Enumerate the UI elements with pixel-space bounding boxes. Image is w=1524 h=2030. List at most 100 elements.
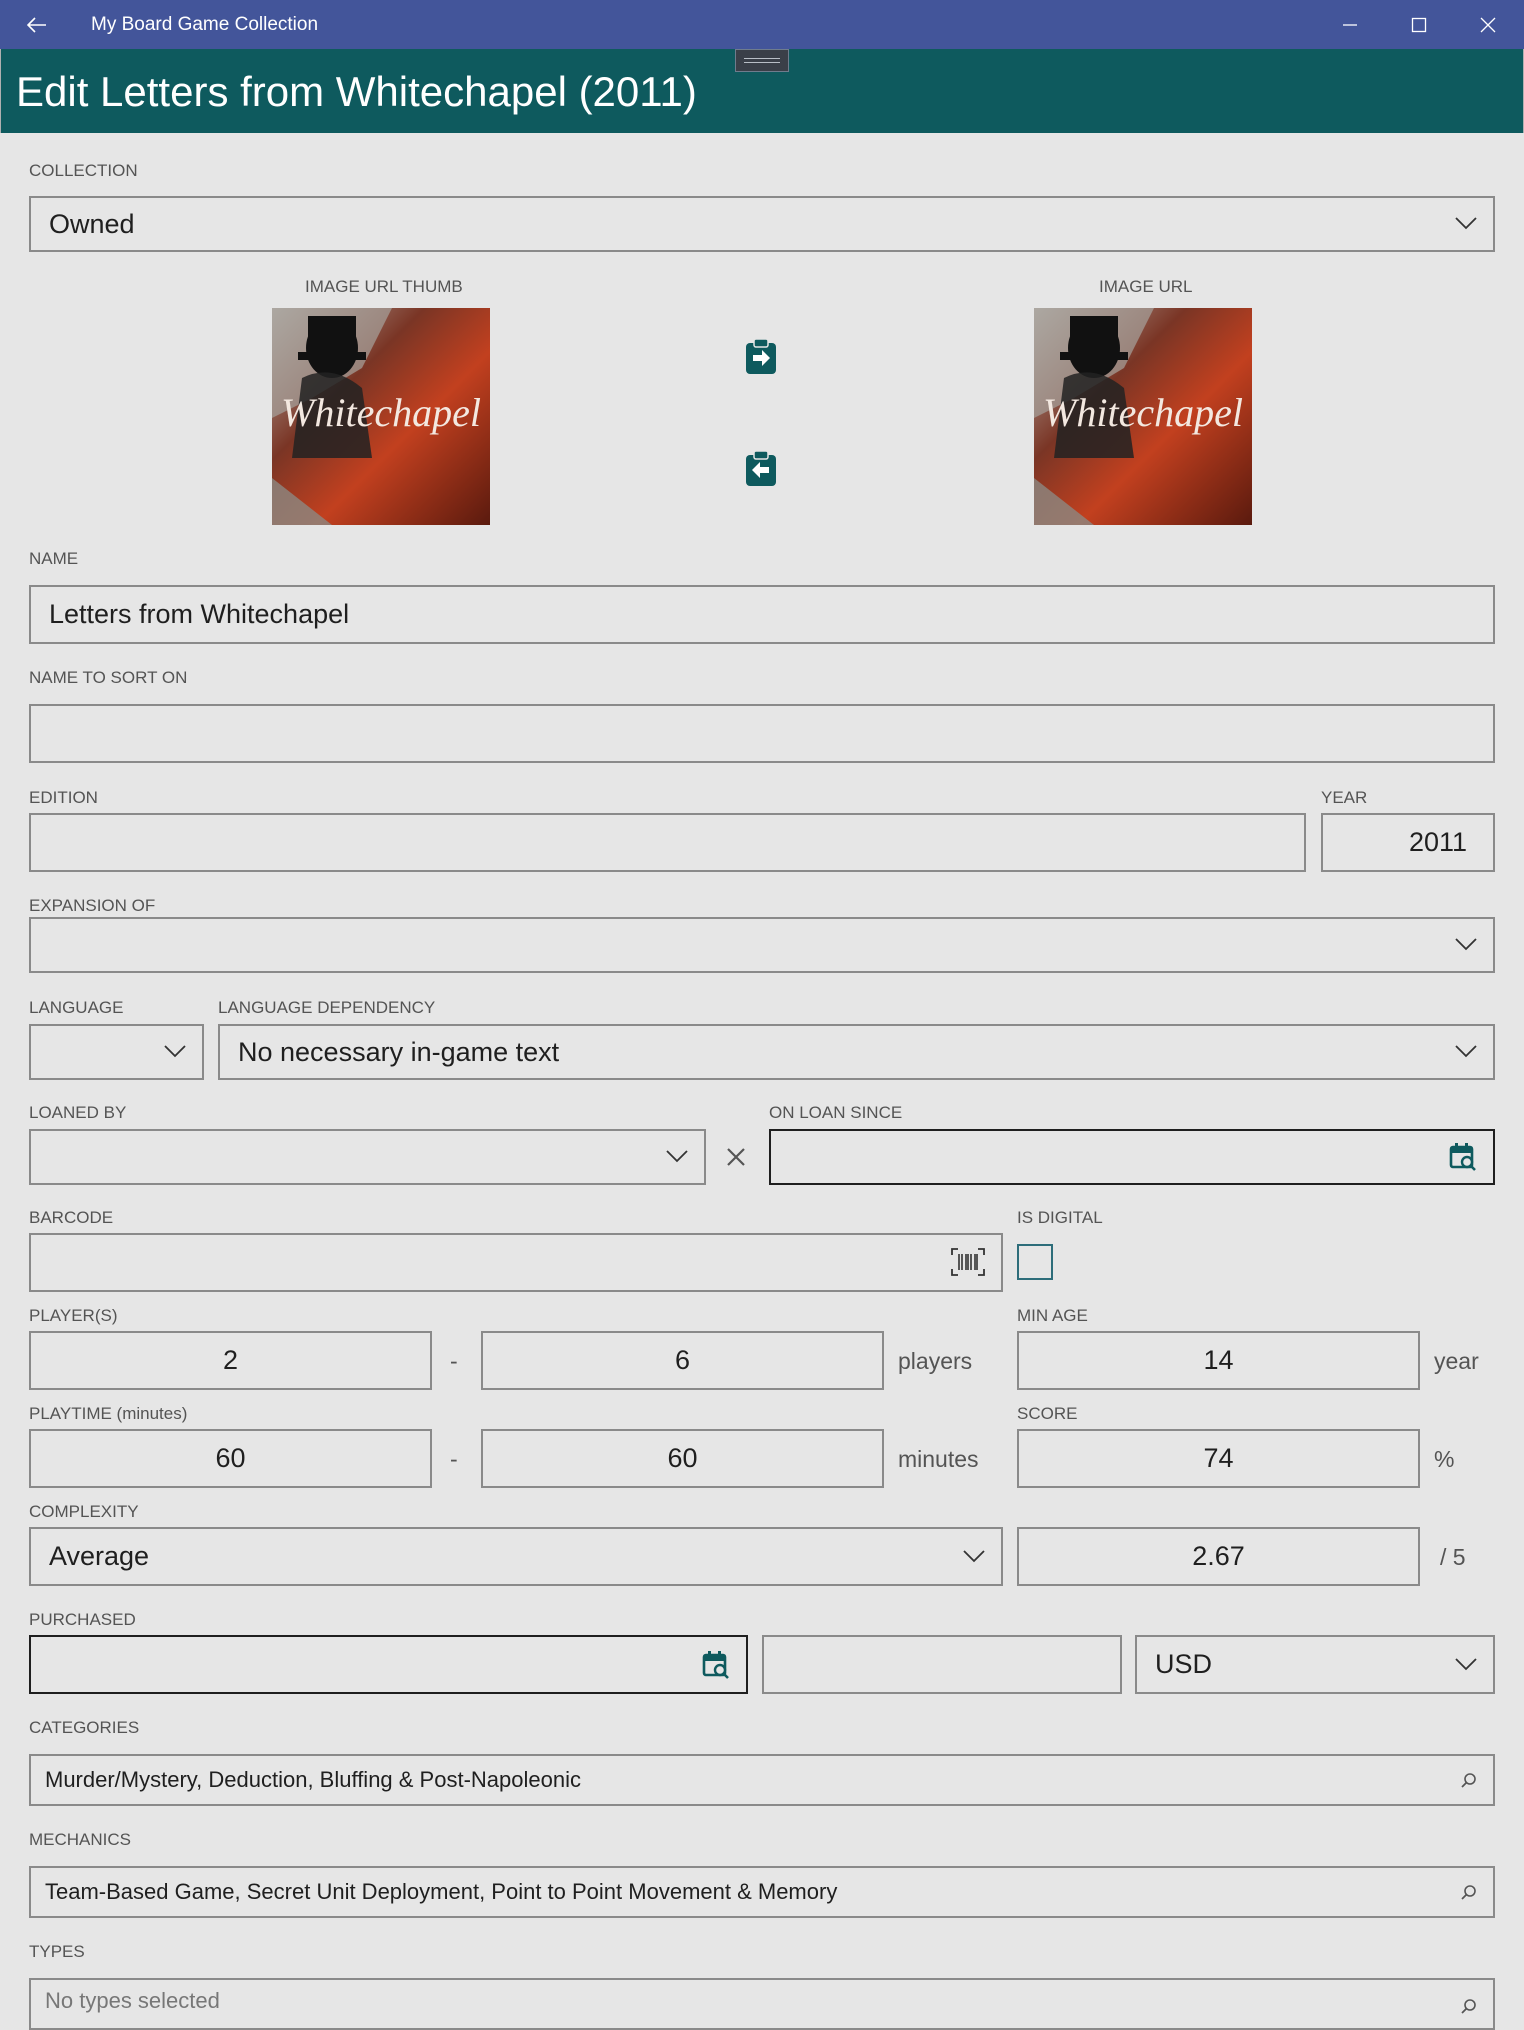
players-min-value: 2 xyxy=(222,1345,239,1375)
score-unit: % xyxy=(1434,1446,1455,1472)
min-age-input[interactable]: 14 xyxy=(1017,1331,1420,1390)
complexity-unit: / 5 xyxy=(1440,1544,1466,1570)
barcode-scan-icon[interactable] xyxy=(951,1247,985,1276)
playtime-label: PLAYTIME (minutes) xyxy=(29,1404,188,1423)
complexity-label: COMPLEXITY xyxy=(29,1502,139,1521)
close-icon xyxy=(1480,17,1495,32)
is-digital-label: IS DIGITAL xyxy=(1017,1208,1103,1227)
chevron-down-icon xyxy=(1455,938,1477,951)
complexity-select[interactable]: Average xyxy=(29,1527,1003,1586)
cover-art-image: Whitechapel xyxy=(272,308,490,525)
search-icon[interactable] xyxy=(1461,1998,1477,2014)
language-select[interactable] xyxy=(29,1024,204,1080)
chevron-down-icon xyxy=(1455,217,1477,230)
categories-label: CATEGORIES xyxy=(29,1718,140,1737)
players-unit: players xyxy=(898,1348,973,1374)
image-url-thumb-label: IMAGE URL THUMB xyxy=(305,277,463,296)
clear-loan-button[interactable] xyxy=(722,1143,750,1171)
page-title: Edit Letters from Whitechapel (2011) xyxy=(16,68,697,115)
edition-label: EDITION xyxy=(29,788,98,807)
complexity-rating-input[interactable]: 2.67 xyxy=(1017,1527,1420,1586)
search-icon[interactable] xyxy=(1461,1772,1477,1788)
score-value: 74 xyxy=(1203,1443,1234,1473)
collection-label: COLLECTION xyxy=(29,161,138,180)
clipboard-arrow-right-icon xyxy=(746,338,776,374)
loaned-by-label: LOANED BY xyxy=(29,1103,127,1122)
collection-value: Owned xyxy=(49,208,135,239)
categories-value: Murder/Mystery, Deduction, Bluffing & Po… xyxy=(45,1767,581,1792)
players-max-value: 6 xyxy=(674,1345,691,1375)
score-label: SCORE xyxy=(1017,1404,1078,1423)
complexity-value: Average xyxy=(49,1541,150,1571)
playtime-max-input[interactable]: 60 xyxy=(481,1429,884,1488)
barcode-input[interactable] xyxy=(29,1233,1003,1292)
drag-handle[interactable] xyxy=(735,49,789,72)
image-url-label: IMAGE URL xyxy=(1099,277,1193,296)
calendar-search-icon xyxy=(702,1650,729,1679)
on-loan-since-date-picker[interactable] xyxy=(769,1129,1495,1185)
search-icon[interactable] xyxy=(1461,1884,1477,1900)
calendar-search-icon xyxy=(1449,1143,1476,1171)
types-search-box[interactable]: No types selected xyxy=(29,1978,1495,2030)
year-input[interactable]: 2011 xyxy=(1321,813,1495,872)
language-dependency-label: LANGUAGE DEPENDENCY xyxy=(218,998,436,1017)
players-label: PLAYER(S) xyxy=(29,1306,118,1325)
minimize-icon xyxy=(1342,23,1357,26)
image-thumb[interactable]: Whitechapel xyxy=(272,308,490,525)
players-max-input[interactable]: 6 xyxy=(481,1331,884,1390)
players-range-separator: - xyxy=(450,1348,458,1374)
clipboard-arrow-left-icon xyxy=(746,450,776,486)
mechanics-search-box[interactable]: Team-Based Game, Secret Unit Deployment,… xyxy=(29,1866,1495,1918)
on-loan-since-label: ON LOAN SINCE xyxy=(769,1103,903,1122)
playtime-min-input[interactable]: 60 xyxy=(29,1429,432,1488)
year-value: 2011 xyxy=(1408,827,1467,857)
min-age-value: 14 xyxy=(1203,1345,1234,1375)
name-input[interactable]: Letters from Whitechapel xyxy=(29,585,1495,644)
edition-input[interactable] xyxy=(29,813,1306,872)
sort-name-input[interactable] xyxy=(29,704,1495,763)
playtime-min-value: 60 xyxy=(215,1443,246,1473)
purchase-price-input[interactable] xyxy=(762,1635,1122,1694)
expansion-of-select[interactable] xyxy=(29,917,1495,973)
players-min-input[interactable]: 2 xyxy=(29,1331,432,1390)
categories-search-box[interactable]: Murder/Mystery, Deduction, Bluffing & Po… xyxy=(29,1754,1495,1806)
minimize-button[interactable] xyxy=(1315,0,1384,49)
chevron-down-icon xyxy=(1455,1657,1477,1670)
min-age-label: MIN AGE xyxy=(1017,1306,1088,1325)
maximize-button[interactable] xyxy=(1384,0,1453,49)
playtime-range-separator: - xyxy=(450,1446,458,1472)
expansion-of-label: EXPANSION OF xyxy=(29,896,156,915)
score-input[interactable]: 74 xyxy=(1017,1429,1420,1488)
loaned-by-select[interactable] xyxy=(29,1129,706,1185)
cover-title-text: Whitechapel xyxy=(281,390,481,435)
chevron-down-icon xyxy=(1455,1045,1477,1058)
chevron-down-icon xyxy=(963,1549,985,1562)
is-digital-checkbox[interactable] xyxy=(1017,1244,1053,1280)
language-label: LANGUAGE xyxy=(29,998,124,1017)
copy-url-to-thumb-button[interactable] xyxy=(744,450,778,488)
purchased-label: PURCHASED xyxy=(29,1610,136,1629)
mechanics-value: Team-Based Game, Secret Unit Deployment,… xyxy=(45,1879,838,1904)
types-placeholder: No types selected xyxy=(45,1988,220,2013)
sort-name-label: NAME TO SORT ON xyxy=(29,668,188,687)
back-button[interactable] xyxy=(0,0,74,49)
currency-select[interactable]: USD xyxy=(1135,1635,1495,1694)
collection-select[interactable]: Owned xyxy=(29,196,1495,252)
playtime-unit: minutes xyxy=(898,1446,979,1472)
close-icon xyxy=(727,1148,745,1166)
purchased-date-picker[interactable] xyxy=(29,1635,748,1694)
cover-title-text: Whitechapel xyxy=(1043,390,1243,435)
chevron-down-icon xyxy=(666,1150,688,1163)
image-full[interactable]: Whitechapel xyxy=(1034,308,1252,525)
barcode-label: BARCODE xyxy=(29,1208,114,1227)
arrow-left-icon xyxy=(27,16,46,33)
language-dependency-select[interactable]: No necessary in-game text xyxy=(218,1024,1495,1080)
language-dependency-value: No necessary in-game text xyxy=(238,1036,560,1067)
mechanics-label: MECHANICS xyxy=(29,1830,132,1849)
app-title: My Board Game Collection xyxy=(91,14,319,35)
copy-thumb-to-url-button[interactable] xyxy=(744,338,778,376)
types-label: TYPES xyxy=(29,1942,85,1961)
currency-value: USD xyxy=(1155,1649,1213,1679)
close-button[interactable] xyxy=(1453,0,1522,49)
year-label: YEAR xyxy=(1321,788,1368,807)
